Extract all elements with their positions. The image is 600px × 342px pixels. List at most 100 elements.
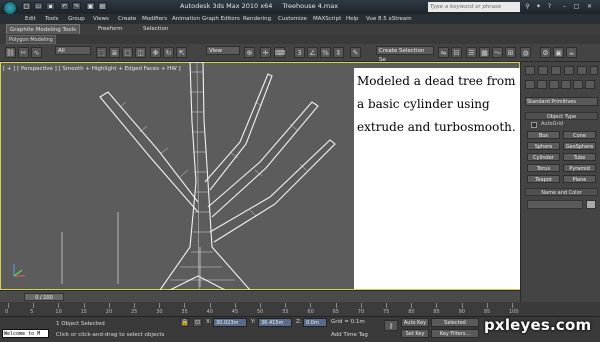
absolute-mode-icon[interactable]: ⊡ [193,318,202,327]
menu-vue-xstream[interactable]: Vue 8.5 xStream [366,14,412,24]
menu-edit[interactable]: Edit [25,14,36,24]
modify-panel-icon[interactable] [538,66,548,75]
menu-maxscript[interactable]: MAXScript [313,14,341,24]
schematic-view-icon[interactable]: ⊞ [505,47,516,58]
geosphere-button[interactable]: GeoSphere [563,142,596,150]
y-coordinate-field[interactable]: 36.415m [258,318,292,327]
menu-modifiers[interactable]: Modifiers [142,14,167,24]
snaps-toggle-icon[interactable]: 3 [294,47,305,58]
torus-button[interactable]: Torus [527,164,560,172]
hold-icon[interactable]: ▣ [86,2,95,10]
maximize-icon[interactable]: □ [572,2,581,11]
project-folder-icon[interactable]: ▤ [98,2,107,10]
redo-icon[interactable]: ↷ [72,2,81,10]
cone-button[interactable]: Cone [563,131,596,139]
menu-animation[interactable]: Animation [172,14,200,24]
render-production-icon[interactable]: ☕ [566,47,577,58]
helpers-icon[interactable] [573,80,583,89]
key-mode-icon[interactable]: ⚷ [384,320,398,331]
tab-selection[interactable]: Selection [143,24,168,34]
plane-button[interactable]: Plane [563,175,596,183]
shapes-icon[interactable] [537,80,547,89]
keyboard-shortcut-override-icon[interactable]: ⌨ [274,47,285,58]
tab-graphite-modeling-tools[interactable]: Graphite Modeling Tools [6,24,81,34]
tube-button[interactable]: Tube [563,153,596,161]
menu-create[interactable]: Create [118,14,136,24]
pivot-center-icon[interactable]: ⊕ [244,47,255,58]
auto-key-button[interactable]: Auto Key [401,318,429,327]
mirror-icon[interactable]: ⇋ [438,47,449,58]
time-slider[interactable] [0,290,520,302]
select-by-name-icon[interactable]: ≣ [109,47,120,58]
rendered-frame-window-icon[interactable]: ▣ [553,47,564,58]
add-time-tag[interactable]: Add Time Tag [331,332,368,338]
box-button[interactable]: Box [527,131,560,139]
select-manipulate-icon[interactable]: ✛ [260,47,271,58]
search-icon[interactable]: ⚲ [523,2,532,11]
angle-snap-icon[interactable]: ∠ [307,47,318,58]
bind-space-warp-icon[interactable]: ∿ [31,47,42,58]
app-logo-icon[interactable] [3,1,17,15]
tab-freeform[interactable]: Freeform [98,24,123,34]
display-panel-icon[interactable] [577,66,587,75]
minimize-icon[interactable]: – [560,2,569,11]
menu-views[interactable]: Views [93,14,109,24]
render-setup-icon[interactable]: ⚙ [540,47,551,58]
autogrid-checkbox[interactable] [531,122,537,128]
lights-icon[interactable] [549,80,559,89]
name-and-color-header[interactable]: Name and Color [525,188,598,196]
spinner-snap-icon[interactable]: ⇕ [333,47,344,58]
save-icon[interactable]: ▪ [46,2,55,10]
curve-editor-icon[interactable]: 〜 [492,47,503,58]
sphere-button[interactable]: Sphere [527,142,560,150]
rotate-icon[interactable]: ↻ [163,47,174,58]
utilities-panel-icon[interactable] [590,66,598,75]
material-editor-icon[interactable]: ◍ [520,47,531,58]
window-crossing-icon[interactable]: ◫ [135,47,146,58]
primitive-type-dropdown[interactable]: Standard Primitives [525,97,598,106]
cameras-icon[interactable] [561,80,571,89]
menu-tools[interactable]: Tools [45,14,59,24]
object-type-header[interactable]: Object Type [525,112,598,120]
reference-coordinate-dropdown[interactable]: View [206,46,240,55]
set-key-button[interactable]: Set Key [401,329,429,338]
graphite-toggle-icon[interactable]: ▦ [479,47,490,58]
edit-named-selection-icon[interactable]: ✎ [350,47,361,58]
new-file-icon[interactable]: □ [22,2,31,10]
key-filters-button[interactable]: Key Filters... [431,329,479,338]
unlink-icon[interactable]: ✂ [18,47,29,58]
maxscript-listener[interactable]: Welcome to M [2,329,49,338]
scale-icon[interactable]: ⇱ [176,47,187,58]
subscription-icon[interactable]: ✦ [534,2,543,11]
time-slider-thumb[interactable]: 0 / 100 [24,293,64,301]
selection-region-icon[interactable]: ▢ [122,47,133,58]
selection-filter-dropdown[interactable]: All [55,46,91,55]
object-color-swatch[interactable] [586,200,596,209]
z-coordinate-field[interactable]: 0.0m [303,318,327,327]
lock-selection-icon[interactable]: 🔒 [180,318,189,327]
help-icon[interactable]: ? [545,2,554,11]
tab-polygon-modeling[interactable]: Polygon Modeling [6,35,56,44]
close-icon[interactable]: ✕ [585,2,594,11]
create-panel-icon[interactable] [525,66,535,75]
menu-graph-editors[interactable]: Graph Editors [202,14,240,24]
undo-icon[interactable]: ↶ [60,2,69,10]
key-selection-dropdown[interactable]: Selected [431,318,479,327]
menu-help[interactable]: Help [346,14,359,24]
menu-group[interactable]: Group [68,14,85,24]
menu-rendering[interactable]: Rendering [243,14,271,24]
teapot-button[interactable]: Teapot [527,175,560,183]
align-icon[interactable]: ⊟ [451,47,462,58]
select-link-icon[interactable]: ⛓ [5,47,16,58]
search-input[interactable]: Type a keyword or phrase [428,2,520,12]
percent-snap-icon[interactable]: % [320,47,331,58]
x-coordinate-field[interactable]: 30.023m [213,318,247,327]
menu-customize[interactable]: Customize [278,14,307,24]
space-warps-icon[interactable] [585,80,595,89]
select-object-icon[interactable]: ⬚ [96,47,107,58]
named-selection-sets-dropdown[interactable]: Create Selection Se [376,46,434,63]
move-icon[interactable]: ✥ [150,47,161,58]
open-file-icon[interactable]: ▭ [34,2,43,10]
hierarchy-panel-icon[interactable] [551,66,561,75]
motion-panel-icon[interactable] [564,66,574,75]
